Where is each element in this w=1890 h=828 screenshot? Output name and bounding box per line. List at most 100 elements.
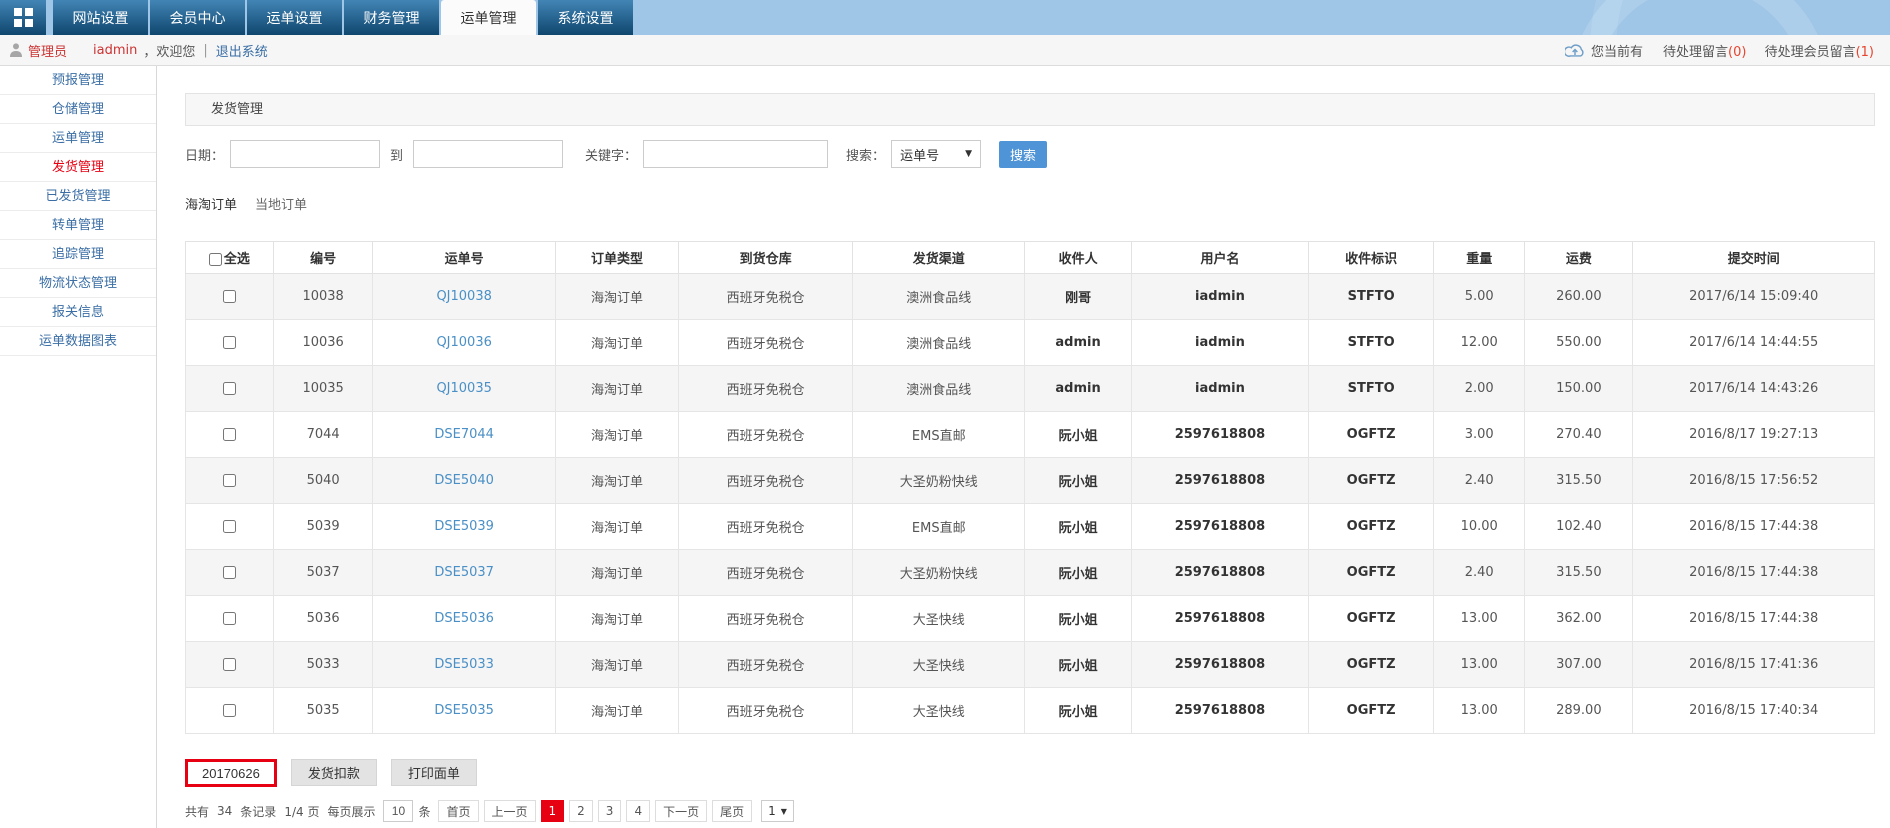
date-from-input[interactable] — [230, 140, 381, 168]
cell-recipient: 阮小姐 — [1024, 503, 1132, 550]
logout-link[interactable]: 退出系统 — [216, 41, 268, 60]
row-checkbox[interactable] — [222, 336, 236, 349]
waybill-link[interactable]: DSE5036 — [434, 611, 494, 626]
top-navbar: 网站设置 会员中心 运单设置 财务管理 运单管理 系统设置 — [0, 0, 1890, 35]
welcome-text: ，欢迎您 — [143, 44, 196, 60]
search-type-select[interactable]: 运单号 ▼ — [891, 140, 982, 168]
row-checkbox[interactable] — [222, 520, 236, 533]
row-checkbox[interactable] — [222, 612, 236, 625]
deduct-shipping-button[interactable]: 发货扣款 — [290, 759, 377, 786]
cell-waybill: DSE5037 — [372, 549, 556, 596]
apps-grid-button[interactable] — [0, 0, 46, 35]
row-select-cell — [185, 411, 274, 458]
column-header: 用户名 — [1130, 241, 1310, 274]
nav-tab[interactable]: 运单设置 — [247, 0, 342, 35]
sidebar-item[interactable]: 转单管理 — [0, 211, 156, 240]
prev-page-button[interactable]: 上一页 — [483, 800, 536, 822]
user-icon — [10, 43, 22, 57]
page-number-button[interactable]: 1 — [540, 800, 565, 822]
row-checkbox[interactable] — [222, 382, 236, 395]
waybill-link[interactable]: DSE5035 — [434, 703, 494, 718]
cell-warehouse: 西班牙免税仓 — [678, 273, 854, 320]
batch-number-button[interactable]: 20170626 — [185, 759, 277, 787]
order-type-tab[interactable]: 当地订单 — [255, 194, 307, 213]
page-number-button[interactable]: 4 — [626, 800, 651, 822]
column-header: 运单号 — [372, 241, 556, 274]
cell-id: 5036 — [272, 595, 374, 642]
sidebar-item[interactable]: 物流状态管理 — [0, 269, 156, 298]
sidebar-item[interactable]: 预报管理 — [0, 66, 156, 95]
sidebar-item[interactable]: 追踪管理 — [0, 240, 156, 269]
waybill-link[interactable]: QJ10035 — [436, 381, 491, 396]
cell-order-type: 海淘订单 — [554, 687, 680, 734]
sidebar-item[interactable]: 报关信息 — [0, 298, 156, 327]
messages-prefix: 您当前有 — [1590, 44, 1643, 60]
cell-recipient: admin — [1024, 365, 1132, 412]
waybill-link[interactable]: DSE5037 — [434, 565, 494, 580]
waybill-link[interactable]: DSE5039 — [434, 519, 494, 534]
per-page-input[interactable] — [383, 800, 414, 822]
nav-tab[interactable]: 财务管理 — [344, 0, 439, 35]
row-checkbox[interactable] — [222, 428, 236, 441]
row-checkbox[interactable] — [222, 566, 236, 579]
sidebar-item[interactable]: 运单数据图表 — [0, 327, 156, 356]
page-number-button[interactable]: 2 — [569, 800, 593, 822]
navbar-decoration — [1590, 0, 1890, 35]
last-page-button[interactable]: 尾页 — [712, 800, 753, 822]
cell-fee: 315.50 — [1524, 549, 1634, 596]
sidebar-item[interactable]: 发货管理 — [0, 153, 156, 182]
chevron-down-icon: ▼ — [965, 149, 973, 159]
cell-order-type: 海淘订单 — [554, 549, 680, 596]
row-checkbox[interactable] — [222, 474, 236, 487]
table-row: 5033 DSE5033 海淘订单 西班牙免税仓 大圣快线 阮小姐 259761… — [185, 641, 1875, 688]
nav-tab[interactable]: 运单管理 — [441, 0, 536, 35]
cell-tag: OGFTZ — [1308, 549, 1435, 596]
cell-warehouse: 西班牙免税仓 — [678, 365, 854, 412]
keyword-input[interactable] — [643, 140, 829, 168]
nav-tab[interactable]: 网站设置 — [53, 0, 148, 35]
waybill-link[interactable]: DSE5040 — [434, 473, 494, 488]
waybill-link[interactable]: DSE7044 — [434, 427, 494, 442]
cell-recipient: 阮小姐 — [1024, 549, 1132, 596]
column-header: 订单类型 — [554, 241, 680, 274]
next-page-button[interactable]: 下一页 — [655, 800, 708, 822]
sidebar-item[interactable]: 仓储管理 — [0, 95, 156, 124]
page-jump-select[interactable]: 1 ▼ — [761, 800, 794, 822]
search-button[interactable]: 搜索 — [999, 140, 1048, 168]
cell-waybill: QJ10036 — [372, 319, 556, 366]
cell-order-type: 海淘订单 — [554, 365, 680, 412]
cell-id: 7044 — [272, 411, 374, 458]
nav-tab[interactable]: 会员中心 — [150, 0, 245, 35]
cell-channel: 澳洲食品线 — [852, 365, 1026, 412]
select-all-checkbox[interactable] — [208, 253, 222, 266]
cell-order-type: 海淘订单 — [554, 457, 680, 504]
table-row: 5040 DSE5040 海淘订单 西班牙免税仓 大圣奶粉快线 阮小姐 2597… — [185, 457, 1875, 504]
sidebar-item[interactable]: 运单管理 — [0, 124, 156, 153]
cell-time: 2017/6/14 15:09:40 — [1632, 273, 1875, 320]
table-row: 5035 DSE5035 海淘订单 西班牙免税仓 大圣快线 阮小姐 259761… — [185, 687, 1875, 734]
nav-tab[interactable]: 系统设置 — [538, 0, 633, 35]
first-page-button[interactable]: 首页 — [438, 800, 479, 822]
total-suffix: 条记录 — [240, 804, 277, 819]
cell-tag: OGFTZ — [1308, 641, 1435, 688]
total-count: 34 — [217, 804, 233, 818]
table-row: 7044 DSE7044 海淘订单 西班牙免税仓 EMS直邮 阮小姐 25976… — [185, 411, 1875, 458]
waybill-link[interactable]: QJ10038 — [436, 289, 491, 304]
cell-username: 2597618808 — [1130, 641, 1310, 688]
waybill-link[interactable]: DSE5033 — [434, 657, 494, 672]
column-header: 收件标识 — [1308, 241, 1435, 274]
cell-id: 5035 — [272, 687, 374, 734]
date-label: 日期： — [185, 148, 225, 164]
row-checkbox[interactable] — [222, 658, 236, 671]
page-number-button[interactable]: 3 — [597, 800, 622, 822]
sidebar-item[interactable]: 已发货管理 — [0, 182, 156, 211]
row-checkbox[interactable] — [222, 290, 236, 303]
pending-message-link[interactable]: 待处理会员留言(1) — [1765, 45, 1874, 60]
waybill-link[interactable]: QJ10036 — [436, 335, 491, 350]
row-checkbox[interactable] — [222, 704, 236, 717]
print-label-button[interactable]: 打印面单 — [390, 759, 477, 786]
order-type-tab[interactable]: 海淘订单 — [185, 194, 237, 213]
date-to-input[interactable] — [413, 140, 564, 168]
pending-message-link[interactable]: 待处理留言(0) — [1663, 45, 1746, 60]
sidebar: 预报管理 仓储管理 运单管理 发货管理 已发货管理 转单管理 追踪管理 物流状态… — [0, 66, 157, 828]
